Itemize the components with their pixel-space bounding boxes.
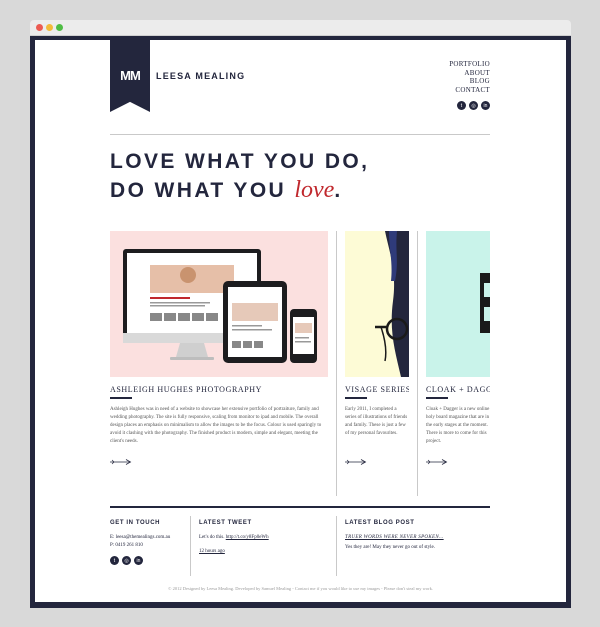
footer-social-links: t ◎ in [110,556,143,565]
web-page: MM LEESA MEALING PORTFOLIO ABOUT BLOG CO… [35,40,566,602]
tweet-text: Let's do this. [199,535,225,540]
twitter-icon[interactable]: t [457,101,466,110]
portfolio-title-underline [426,397,448,399]
arrow-right-icon[interactable] [110,459,132,465]
blog-post-title[interactable]: TRUER WORDS WERE NEVER SPOKEN... [345,534,444,542]
site-name[interactable]: LEESA MEALING [156,71,245,81]
instagram-icon[interactable]: ◎ [469,101,478,110]
nav-contact[interactable]: CONTACT [449,86,490,95]
portfolio-title-underline [110,397,132,399]
browser-titlebar [30,20,571,36]
latest-blog-heading: LATEST BLOG POST [345,520,415,526]
header-social-links: t ◎ in [457,101,490,110]
card-divider [336,231,337,496]
illustration-face [375,231,409,377]
copyright-notice: © 2012 Designed by Leesa Mealing. Develo… [168,586,433,591]
arrow-right-icon[interactable] [426,459,448,465]
zoom-window-icon[interactable] [56,24,63,31]
main-nav: PORTFOLIO ABOUT BLOG CONTACT [449,60,490,94]
close-window-icon[interactable] [36,24,43,31]
browser-window: MM LEESA MEALING PORTFOLIO ABOUT BLOG CO… [30,20,571,608]
portfolio-image-visage[interactable] [345,231,409,377]
contact-phone: P: 0419 261 810 [110,543,143,548]
page-frame: MM LEESA MEALING PORTFOLIO ABOUT BLOG CO… [30,36,571,608]
logo-mark: MM [120,68,141,83]
tweet-text-line: Let's do this. http://t.co/y8Fp0eWh [199,534,269,542]
tweet-time[interactable]: 12 hours ago [199,548,225,556]
hero-line-2-suffix: . [334,179,343,202]
magazine-cover-illustration [480,273,490,333]
logo-ribbon[interactable]: MM [110,40,150,112]
blog-post-excerpt: Yes they are! May they never go out of s… [345,545,436,550]
get-in-touch-heading: GET IN TOUCH [110,520,161,526]
portfolio-desc-ashleigh: Ashleigh Hughes was in need of a website… [110,407,322,444]
device-mockup-illustration [123,249,317,363]
nav-about[interactable]: ABOUT [449,69,490,78]
linkedin-icon[interactable]: in [134,556,143,565]
portfolio-title-visage[interactable]: VISAGE SERIES [345,385,409,394]
footer-column-divider [190,516,191,576]
portfolio-desc-cloak-dagger: Cloak + Dagger is a new online holy boar… [426,407,490,444]
portfolio-title-cloak-dagger[interactable]: CLOAK + DAGGER [426,385,490,394]
latest-tweet-heading: LATEST TWEET [199,520,252,526]
hero-line-2: DO WHAT YOU love. [110,176,369,205]
arrow-right-icon[interactable] [345,459,367,465]
portfolio-title-ashleigh[interactable]: ASHLEIGH HUGHES PHOTOGRAPHY [110,385,328,394]
portfolio-desc-visage: Early 2011, I completed a series of illu… [345,407,408,436]
nav-portfolio[interactable]: PORTFOLIO [449,60,490,69]
header-divider [110,134,490,135]
twitter-icon[interactable]: t [110,556,119,565]
hero-line-1: LOVE WHAT YOU DO, [110,150,370,173]
card-divider [417,231,418,496]
portfolio-image-cloak-dagger[interactable] [426,231,490,377]
hero-headline: LOVE WHAT YOU DO, DO WHAT YOU love. [110,147,369,205]
nav-blog[interactable]: BLOG [449,77,490,86]
instagram-icon[interactable]: ◎ [122,556,131,565]
portfolio-title-underline [345,397,367,399]
minimize-window-icon[interactable] [46,24,53,31]
contact-email[interactable]: E: leesa@themealings.com.au [110,534,170,542]
footer-divider [110,506,490,508]
tweet-link[interactable]: http://t.co/y8Fp0eWh [226,535,269,540]
hero-line-2-prefix: DO WHAT YOU [110,179,295,202]
linkedin-icon[interactable]: in [481,101,490,110]
footer-column-divider [336,516,337,576]
hero-love-word: love [294,177,335,203]
portfolio-image-ashleigh[interactable] [110,231,328,377]
